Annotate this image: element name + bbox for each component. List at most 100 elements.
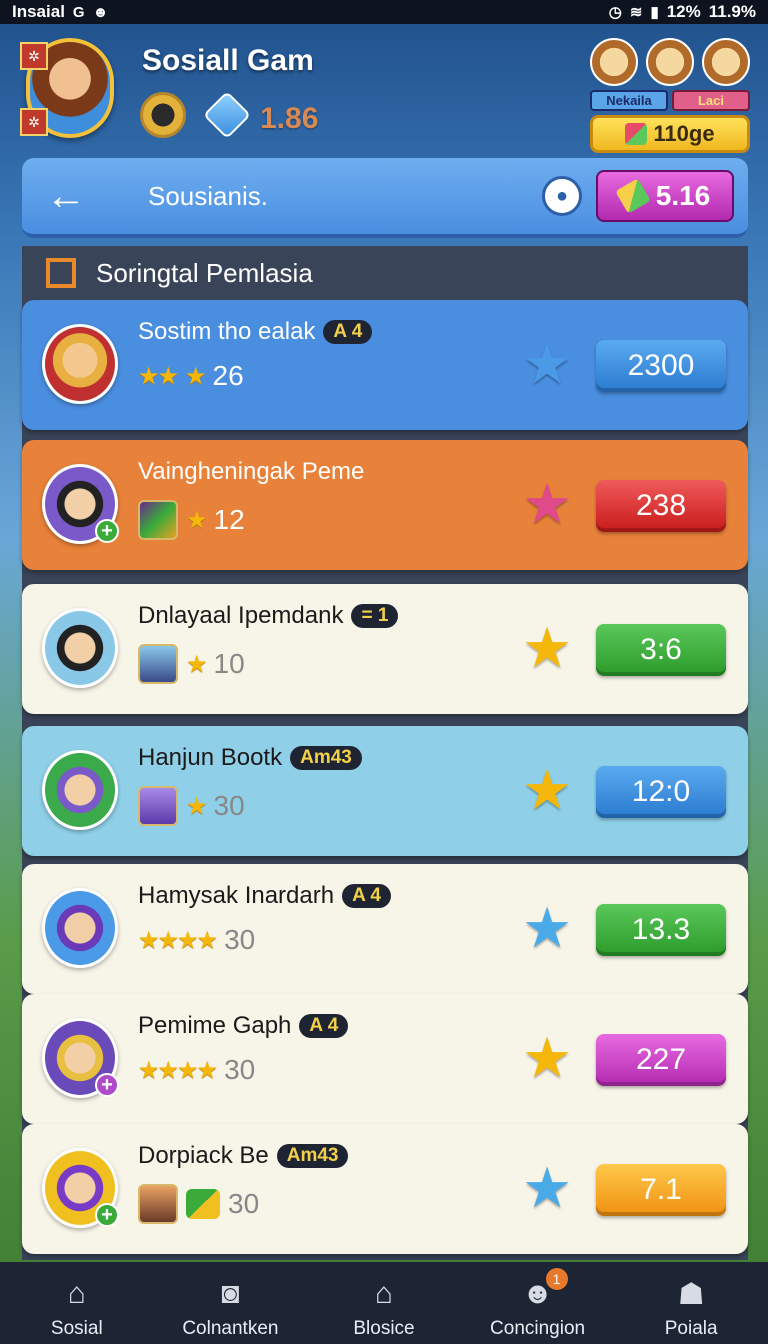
promo-character-icon [646,38,694,86]
currency-pill-value: 5.16 [655,180,711,211]
level-badge: Am43 [290,746,362,770]
nav-label: Blosice [353,1318,415,1339]
bottom-navigation: ⌂ Sosial ◙ Colnantken ⌂ Blosice ☻ 1 Conc… [0,1262,768,1344]
player-stat: 10 [213,648,245,679]
item-thumbnail [138,1184,178,1224]
score-button[interactable]: 2300 [596,340,726,392]
score-button[interactable]: 238 [596,480,726,532]
add-friend-icon[interactable]: + [95,1073,119,1097]
profile-icon[interactable]: ● [542,176,582,216]
checkbox-icon[interactable] [46,258,76,288]
favorite-star-icon[interactable]: ★ [522,1030,572,1086]
promo-character-icon [702,38,750,86]
player-avatar [42,888,118,968]
player-avatar[interactable]: ✲ ✲ [20,38,114,138]
leaderboard-row[interactable]: + Dorpiack Be Am43 30 ★ 7.1 [22,1124,748,1254]
star-icon: ★ [186,506,207,534]
gift-icon [625,123,648,145]
clan-badge-icon: ✲ [20,108,48,136]
rating-stars-icon: ★★★★ [138,926,218,954]
status-bar: Insaial G ☻ ◷ ≋ ▮ 12% 11.9% [0,0,768,24]
player-avatar [42,608,118,688]
ticket-icon [186,1189,220,1219]
level-badge: A 4 [323,320,373,344]
currency-pill[interactable]: 5.16 [596,170,734,222]
player-name: Dorpiack Be [138,1142,269,1169]
player-avatar: + [42,464,119,544]
promo-character-icon [590,38,638,86]
player-avatar [42,750,118,830]
nav-item-collection[interactable]: ◙ Colnantken [155,1262,305,1340]
nav-label: Sosial [50,1318,103,1339]
square-icon: ◙ [221,1277,240,1310]
score-button[interactable]: 12:0 [596,766,726,818]
score-button[interactable]: 3:6 [596,624,726,676]
add-friend-icon[interactable]: + [95,1203,119,1227]
favorite-star-icon[interactable]: ★ [522,476,572,532]
coin-icon[interactable] [140,92,186,138]
pencil-icon [614,178,651,214]
back-arrow-icon[interactable]: ← [36,166,96,226]
promo-tag: Nekaila [590,90,668,111]
leaderboard-row[interactable]: Hamysak Inardarh A 4 ★★★★ 30 ★ 13.3 [22,864,748,994]
player-name: Hamysak Inardarh [138,882,335,909]
game-title: Sosiall Gam [142,44,314,77]
robot-icon: ☗ [677,1277,705,1311]
leaderboard-row[interactable]: + Pemime Gaph A 4 ★★★★ 30 ★ 227 [22,994,748,1124]
player-stat: 26 [212,360,244,391]
player-avatar: + [42,1018,119,1098]
section-header: Soringtal Pemlasia [22,246,748,300]
nav-item-chat[interactable]: ☻ 1 Concingion [463,1262,613,1340]
time-label: 11.9% [708,2,756,21]
item-thumbnail [138,786,178,826]
favorite-star-icon[interactable]: ★ [522,336,572,392]
level-badge: = 1 [351,604,399,628]
navbar-title: Sousianis. [148,180,268,211]
gem-icon [202,90,252,140]
leaderboard-panel: Soringtal Pemlasia Sostim tho ealak A 4 … [22,246,748,1260]
promo-banner[interactable]: Nekaila Laci 110ge [590,38,750,162]
nav-label: Poiala [664,1318,718,1339]
section-title: Soringtal Pemlasia [96,257,313,288]
nav-item-profile[interactable]: ☗ Poiala [616,1262,766,1340]
favorite-star-icon[interactable]: ★ [522,900,572,956]
level-badge: A 4 [342,884,391,908]
leaderboard-row[interactable]: Hanjun Bootk Am43 ★ 30 ★ 12:0 [22,726,748,856]
leaderboard-row[interactable]: + Vaingheningak Peme ★ 12 ★ 238 [22,440,748,570]
favorite-star-icon[interactable]: ★ [522,620,572,676]
nav-item-home[interactable]: ⌂ Blosice [309,1262,459,1340]
favorite-star-icon[interactable]: ★ [522,1160,572,1216]
player-stat: 30 [213,790,245,821]
leaderboard-row[interactable]: Dnlayaal Ipemdank = 1 ★ 10 ★ 3:6 [22,584,748,714]
level-badge: Am43 [276,1144,349,1168]
score-button[interactable]: 7.1 [596,1164,726,1216]
favorite-star-icon[interactable]: ★ [522,762,572,818]
top-navbar: ← Sousianis. ● 5.16 [22,158,748,238]
player-name: Hanjun Bootk [138,744,283,771]
player-stat: 30 [224,924,256,955]
item-thumbnail [138,644,178,684]
carrier-label: Insaial [12,2,65,21]
leaderboard-row[interactable]: Sostim tho ealak A 4 ★★ ★ 26 ★ 2300 [22,300,748,430]
player-name: Vaingheningak Peme [138,458,365,485]
player-stat: 30 [228,1188,260,1219]
balance-value: 1.86 [260,102,319,135]
signal-icon: ▮ [650,4,659,21]
player-avatar [42,324,118,404]
player-name: Sostim tho ealak [138,318,316,345]
star-icon: ★ [186,792,207,820]
add-friend-icon[interactable]: + [95,519,119,543]
promo-tag: Laci [672,90,750,111]
wifi-icon: ≋ [629,4,643,21]
score-button[interactable]: 227 [596,1034,726,1086]
player-avatar: + [42,1148,119,1228]
promo-button[interactable]: 110ge [590,115,750,153]
star-icon: ★ [186,650,207,678]
nav-item-social[interactable]: ⌂ Sosial [2,1262,152,1340]
home-icon: ⌂ [67,1277,86,1310]
rating-stars-icon: ★★★★ [138,1056,218,1084]
score-button[interactable]: 13.3 [596,904,726,956]
item-thumbnail [138,500,178,540]
nav-label: Colnantken [182,1318,279,1339]
star-icon: ★ [185,362,206,390]
